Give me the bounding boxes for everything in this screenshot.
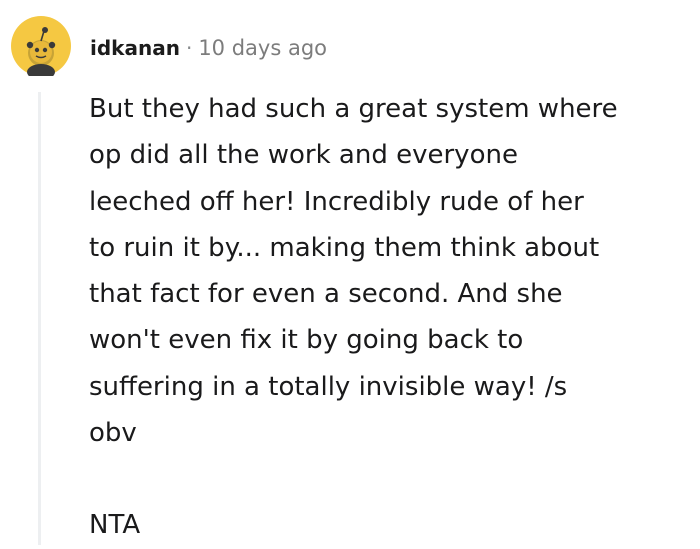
- body-line: that fact for even a second. And she: [89, 279, 563, 310]
- body-line: obv: [89, 418, 137, 449]
- comment: idkanan · 10 days ago But they had such a …: [0, 0, 700, 545]
- comment-paragraph-1: But they had such a great system where o…: [89, 86, 689, 456]
- body-line: op did all the work and everyone: [89, 140, 518, 171]
- timestamp-link[interactable]: 10 days ago: [198, 36, 327, 60]
- snoo-avatar-icon: [11, 16, 71, 80]
- body-line: But they had such a great system where: [89, 94, 618, 124]
- comment-paragraph-2: NTA: [89, 510, 141, 541]
- comment-meta: idkanan · 10 days ago: [90, 31, 327, 65]
- body-line: won't even fix it by going back to: [89, 325, 524, 356]
- comment-body: But they had such a great system where o…: [89, 86, 689, 549]
- body-line: leeched off her! Incredibly rude of her: [89, 186, 584, 217]
- thread-collapse-line[interactable]: [38, 92, 41, 545]
- body-line: suffering in a totally invisible way! /s: [89, 371, 568, 402]
- username-link[interactable]: idkanan: [90, 36, 180, 60]
- user-avatar[interactable]: [11, 16, 71, 80]
- body-line: to ruin it by... making them think about: [89, 232, 600, 263]
- meta-separator: ·: [185, 36, 193, 60]
